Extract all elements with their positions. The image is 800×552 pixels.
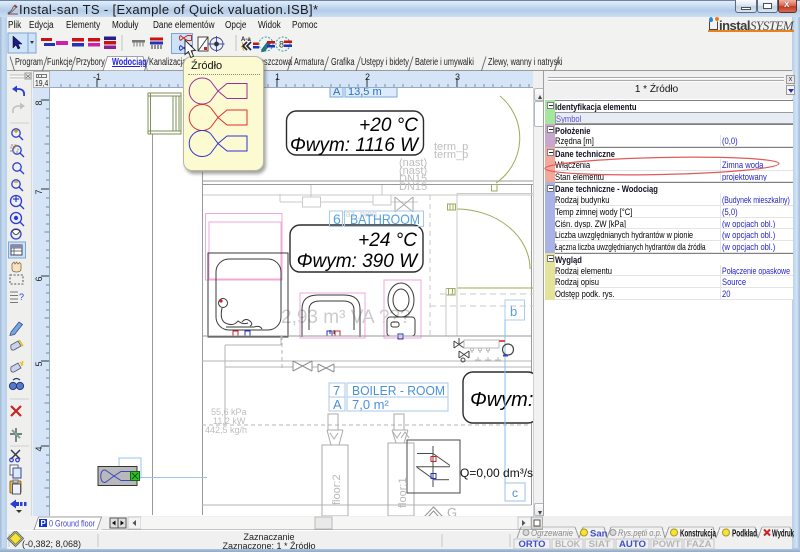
svg-text:1: 1 bbox=[275, 72, 280, 82]
svg-text:Φwym: 390 W: Φwym: 390 W bbox=[297, 251, 419, 272]
svg-text:13,5 m: 13,5 m bbox=[348, 88, 382, 98]
svg-text:4: 4 bbox=[34, 446, 44, 451]
svg-text:+20 °C: +20 °C bbox=[359, 115, 418, 136]
svg-text:A: A bbox=[333, 88, 341, 98]
svg-text:(-0,382; 8,068): (-0,382; 8,068) bbox=[22, 539, 81, 549]
svg-text:Zaznaczone: 1 * Źródło: Zaznaczone: 1 * Źródło bbox=[222, 541, 315, 549]
svg-text:Φwym: 1116 W: Φwym: 1116 W bbox=[290, 135, 420, 156]
svg-text:term_p: term_p bbox=[434, 149, 468, 161]
svg-text:b: b bbox=[510, 304, 517, 319]
svg-text:ORTO: ORTO bbox=[519, 539, 546, 550]
svg-text:+24 °C: +24 °C bbox=[358, 230, 417, 251]
svg-text:POWT: POWT bbox=[653, 539, 681, 550]
svg-text:Wydruk: Wydruk bbox=[772, 529, 794, 540]
svg-text:AUTO: AUTO bbox=[619, 539, 646, 550]
svg-text:DN15: DN15 bbox=[399, 181, 427, 193]
svg-text:Q=0,00 dm³/s: Q=0,00 dm³/s bbox=[460, 466, 533, 480]
svg-text:c: c bbox=[512, 486, 518, 500]
svg-text:0 Ground floor: 0 Ground floor bbox=[49, 519, 95, 530]
svg-text:8: 8 bbox=[279, 40, 284, 50]
svg-text:A: A bbox=[333, 397, 342, 412]
svg-text:San: San bbox=[590, 529, 608, 540]
svg-text:8: 8 bbox=[34, 100, 44, 105]
svg-text:442,5 kg/h: 442,5 kg/h bbox=[205, 425, 247, 435]
svg-text:6: 6 bbox=[333, 211, 341, 227]
svg-text:floor:2: floor:2 bbox=[331, 474, 343, 505]
svg-text:2: 2 bbox=[365, 72, 370, 82]
svg-text:-1: -1 bbox=[93, 72, 101, 82]
svg-text:Podkład: Podkład bbox=[732, 529, 757, 540]
svg-text:Φwym:: Φwym: bbox=[470, 389, 533, 411]
svg-text:Ogrzewanie: Ogrzewanie bbox=[531, 528, 573, 539]
svg-text:Rys.pętli o.p.: Rys.pętli o.p. bbox=[618, 528, 662, 539]
svg-text:SIAT: SIAT bbox=[589, 539, 611, 550]
svg-text:BATHROOM: BATHROOM bbox=[350, 211, 420, 227]
svg-text:P: P bbox=[41, 519, 47, 528]
svg-text:3: 3 bbox=[455, 72, 460, 82]
svg-text:G: G bbox=[447, 505, 457, 516]
svg-text:6: 6 bbox=[34, 276, 44, 281]
svg-text:7,0 m²: 7,0 m² bbox=[352, 397, 390, 412]
svg-text:FAZA: FAZA bbox=[687, 539, 712, 550]
svg-text:BOILER - ROOM: BOILER - ROOM bbox=[352, 383, 445, 398]
svg-text:BLOK: BLOK bbox=[555, 539, 580, 550]
svg-text:?: ? bbox=[19, 292, 24, 302]
svg-text:7: 7 bbox=[34, 189, 44, 194]
svg-text:7: 7 bbox=[333, 383, 340, 398]
svg-text:5: 5 bbox=[34, 361, 44, 366]
svg-text:Konstrukcja: Konstrukcja bbox=[680, 529, 716, 540]
